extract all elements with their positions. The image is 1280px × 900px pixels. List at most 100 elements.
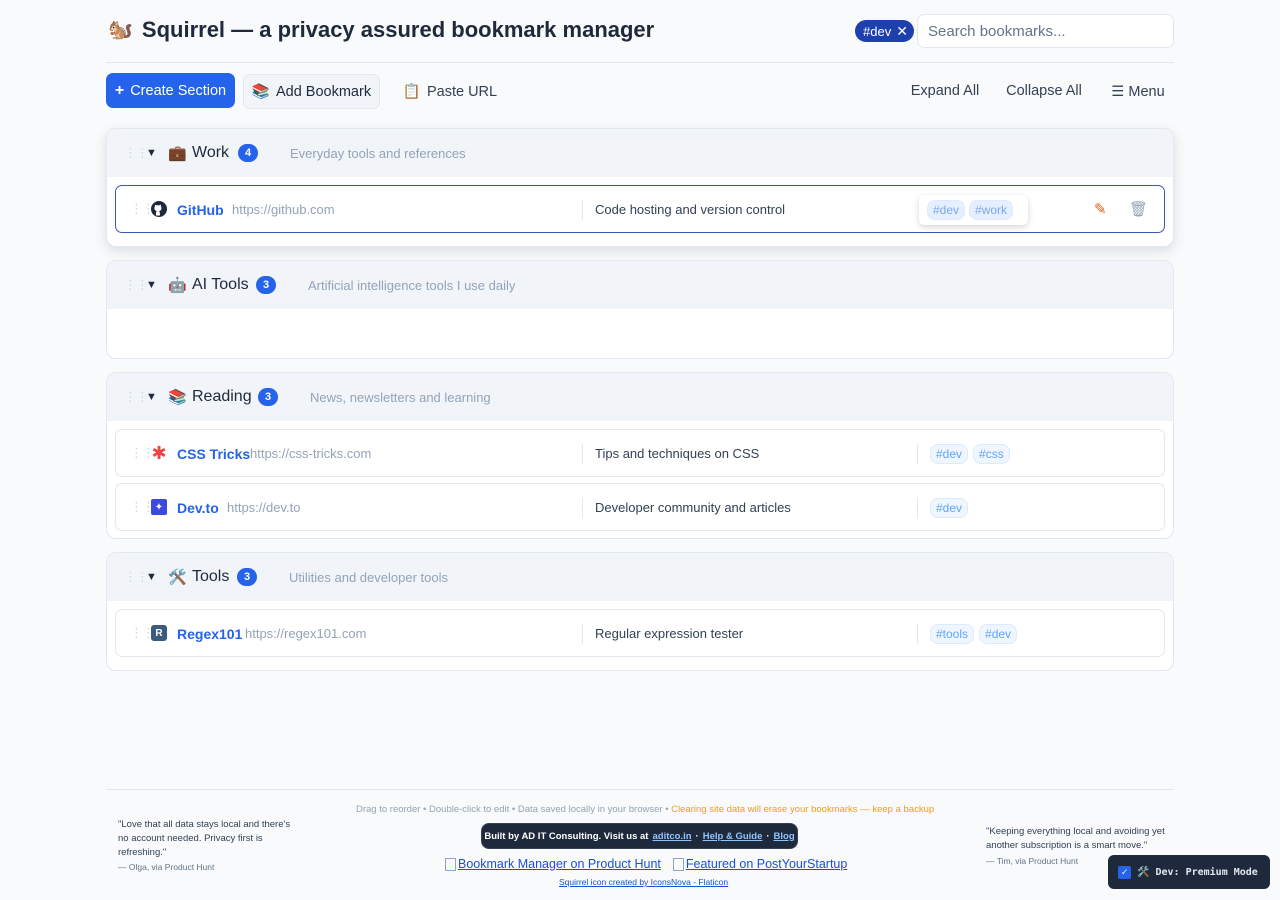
plus-icon: +	[114, 81, 125, 99]
footer-divider	[106, 789, 1174, 790]
active-tag-filter[interactable]: #dev ✕	[855, 20, 914, 42]
drag-handle-icon[interactable]: ⋮⋮	[124, 277, 149, 293]
divider	[917, 624, 918, 644]
caret-down-icon[interactable]: ▼	[146, 391, 157, 403]
add-bookmark-button[interactable]: 📚 Add Bookmark	[243, 74, 380, 109]
product-hunt-badge[interactable]: Bookmark Manager on Product Hunt	[445, 857, 661, 871]
bookmark-row[interactable]: ⋮⋮ ✦ Dev.to https://dev.to Developer com…	[115, 483, 1165, 531]
broken-image-icon	[445, 857, 456, 871]
count-badge: 3	[256, 276, 276, 294]
section-header[interactable]: ⋮⋮ ▼ 💼 Work 4 Everyday tools and referen…	[107, 129, 1173, 177]
section-ai-tools: ⋮⋮ ▼ 🤖 AI Tools 3 Artificial intelligenc…	[106, 260, 1174, 359]
trash-icon[interactable]: 🗑	[1129, 200, 1148, 218]
divider	[917, 444, 918, 464]
section-description: News, newsletters and learning	[310, 389, 491, 405]
menu-button[interactable]: ☰ Menu	[1107, 74, 1169, 109]
tag-list: #tools #dev	[930, 624, 1018, 644]
bookmark-row[interactable]: ⋮⋮ ✱ CSS Tricks https://css-tricks.com T…	[115, 429, 1165, 477]
books-icon: 📚	[251, 84, 270, 100]
squirrel-icon: 🐿️	[108, 19, 133, 41]
divider	[582, 200, 583, 220]
section-header[interactable]: ⋮⋮ ▼ 📚 Reading 3 News, newsletters and l…	[107, 373, 1173, 421]
section-title: Tools	[192, 568, 230, 585]
bookmark-title[interactable]: GitHub	[177, 202, 224, 218]
expand-all-button[interactable]: Expand All	[906, 73, 984, 108]
section-header[interactable]: ⋮⋮ ▼ 🛠️ Tools 3 Utilities and developer …	[107, 553, 1173, 601]
tag-chip[interactable]: #dev	[930, 498, 969, 518]
bookmark-description: Code hosting and version control	[595, 202, 786, 217]
briefcase-icon: 💼	[168, 145, 187, 162]
divider	[582, 444, 583, 464]
count-badge: 3	[237, 568, 257, 586]
separator-dot: ·	[695, 830, 699, 842]
pencil-icon[interactable]: ✎	[1094, 200, 1107, 218]
section-tools: ⋮⋮ ▼ 🛠️ Tools 3 Utilities and developer …	[106, 552, 1174, 671]
github-icon	[151, 201, 167, 217]
checkbox-checked-icon[interactable]: ✓	[1118, 865, 1131, 879]
create-section-button[interactable]: + Create Section	[106, 73, 235, 108]
active-tag-filter-label: #dev	[863, 23, 892, 39]
caret-down-icon[interactable]: ▼	[146, 571, 157, 583]
footer-note: Drag to reorder • Double-click to edit •…	[356, 804, 934, 815]
drag-handle-icon[interactable]: ⋮⋮	[124, 389, 149, 405]
bookmark-url: https://regex101.com	[245, 626, 367, 641]
search-input[interactable]	[917, 14, 1174, 48]
bookmark-title[interactable]: Regex101	[177, 626, 242, 642]
section-reading: ⋮⋮ ▼ 📚 Reading 3 News, newsletters and l…	[106, 372, 1174, 539]
tag-chip[interactable]: #css	[973, 444, 1010, 464]
bookmark-row[interactable]: ⋮⋮ GitHub https://github.com Code hostin…	[115, 185, 1165, 233]
paste-url-button[interactable]: 📋 Paste URL	[395, 74, 505, 109]
close-icon[interactable]: ✕	[896, 23, 908, 40]
bookmark-title[interactable]: Dev.to	[177, 500, 219, 516]
caret-down-icon[interactable]: ▼	[146, 279, 157, 291]
add-bookmark-label: Add Bookmark	[275, 83, 372, 100]
tag-chip[interactable]: #dev	[979, 624, 1018, 644]
tag-chip[interactable]: #work	[969, 200, 1014, 220]
built-by-banner: Built by AD IT Consulting. Visit us at a…	[481, 823, 798, 849]
regex101-icon: R	[151, 625, 167, 641]
section-work: ⋮⋮ ▼ 💼 Work 4 Everyday tools and referen…	[106, 128, 1174, 247]
premium-mode-toggle[interactable]: ✓ 🛠️ Dev: Premium Mode	[1108, 855, 1270, 889]
bookmark-description: Developer community and articles	[595, 500, 791, 515]
tag-chip[interactable]: #dev	[930, 444, 969, 464]
app-header: 🐿️ Squirrel — a privacy assured bookmark…	[106, 0, 1174, 63]
section-description: Everyday tools and references	[290, 145, 466, 161]
section-header[interactable]: ⋮⋮ ▼ 🤖 AI Tools 3 Artificial intelligenc…	[107, 261, 1173, 309]
icon-credit-link[interactable]: Squirrel icon created by IconsNova - Fla…	[559, 877, 728, 887]
tag-chip[interactable]: #dev	[927, 200, 966, 220]
footer-note-text: Drag to reorder • Double-click to edit •…	[356, 804, 672, 815]
broken-image-icon	[672, 857, 684, 871]
tag-list: #dev #css	[930, 444, 1010, 464]
help-guide-link[interactable]: Help & Guide	[703, 831, 763, 842]
caret-down-icon[interactable]: ▼	[146, 147, 157, 159]
bookmark-description: Regular expression tester	[595, 626, 744, 641]
clipboard-icon: 📋	[402, 84, 421, 100]
product-hunt-badge-label: Bookmark Manager on Product Hunt	[458, 857, 661, 871]
paste-url-label: Paste URL	[426, 83, 498, 100]
bookmark-description: Tips and techniques on CSS	[595, 446, 760, 461]
footer-warning: Clearing site data will erase your bookm…	[671, 804, 935, 815]
tags-popover: #dev #work	[919, 195, 1028, 225]
bookmark-row[interactable]: ⋮⋮ R Regex101 https://regex101.com Regul…	[115, 609, 1165, 657]
tag-chip[interactable]: #tools	[930, 624, 975, 644]
css-tricks-icon: ✱	[151, 442, 167, 463]
bookmark-title[interactable]: CSS Tricks	[177, 446, 250, 462]
drag-handle-icon[interactable]: ⋮⋮	[124, 569, 149, 585]
testimonial-left: "Love that all data stays local and ther…	[118, 818, 298, 874]
devto-icon: ✦	[151, 499, 167, 515]
section-description: Artificial intelligence tools I use dail…	[308, 277, 516, 293]
testimonial-author: — Olga, via Product Hunt	[118, 862, 215, 873]
count-badge: 3	[258, 388, 278, 406]
count-badge: 4	[238, 144, 258, 162]
aditco-link[interactable]: aditco.in	[652, 831, 691, 842]
collapse-all-button[interactable]: Collapse All	[1003, 73, 1085, 108]
postyourstartup-badge[interactable]: Featured on PostYourStartup	[672, 857, 847, 871]
drag-handle-icon[interactable]: ⋮⋮	[124, 145, 149, 161]
separator-dot: ·	[766, 830, 770, 842]
bookmark-url: https://dev.to	[227, 500, 301, 515]
testimonial-text: "Keeping everything local and avoiding y…	[986, 826, 1165, 851]
testimonial-text: "Love that all data stays local and ther…	[118, 819, 291, 858]
divider	[582, 624, 583, 644]
tag-list: #dev	[930, 498, 969, 518]
blog-link[interactable]: Blog	[774, 831, 795, 842]
